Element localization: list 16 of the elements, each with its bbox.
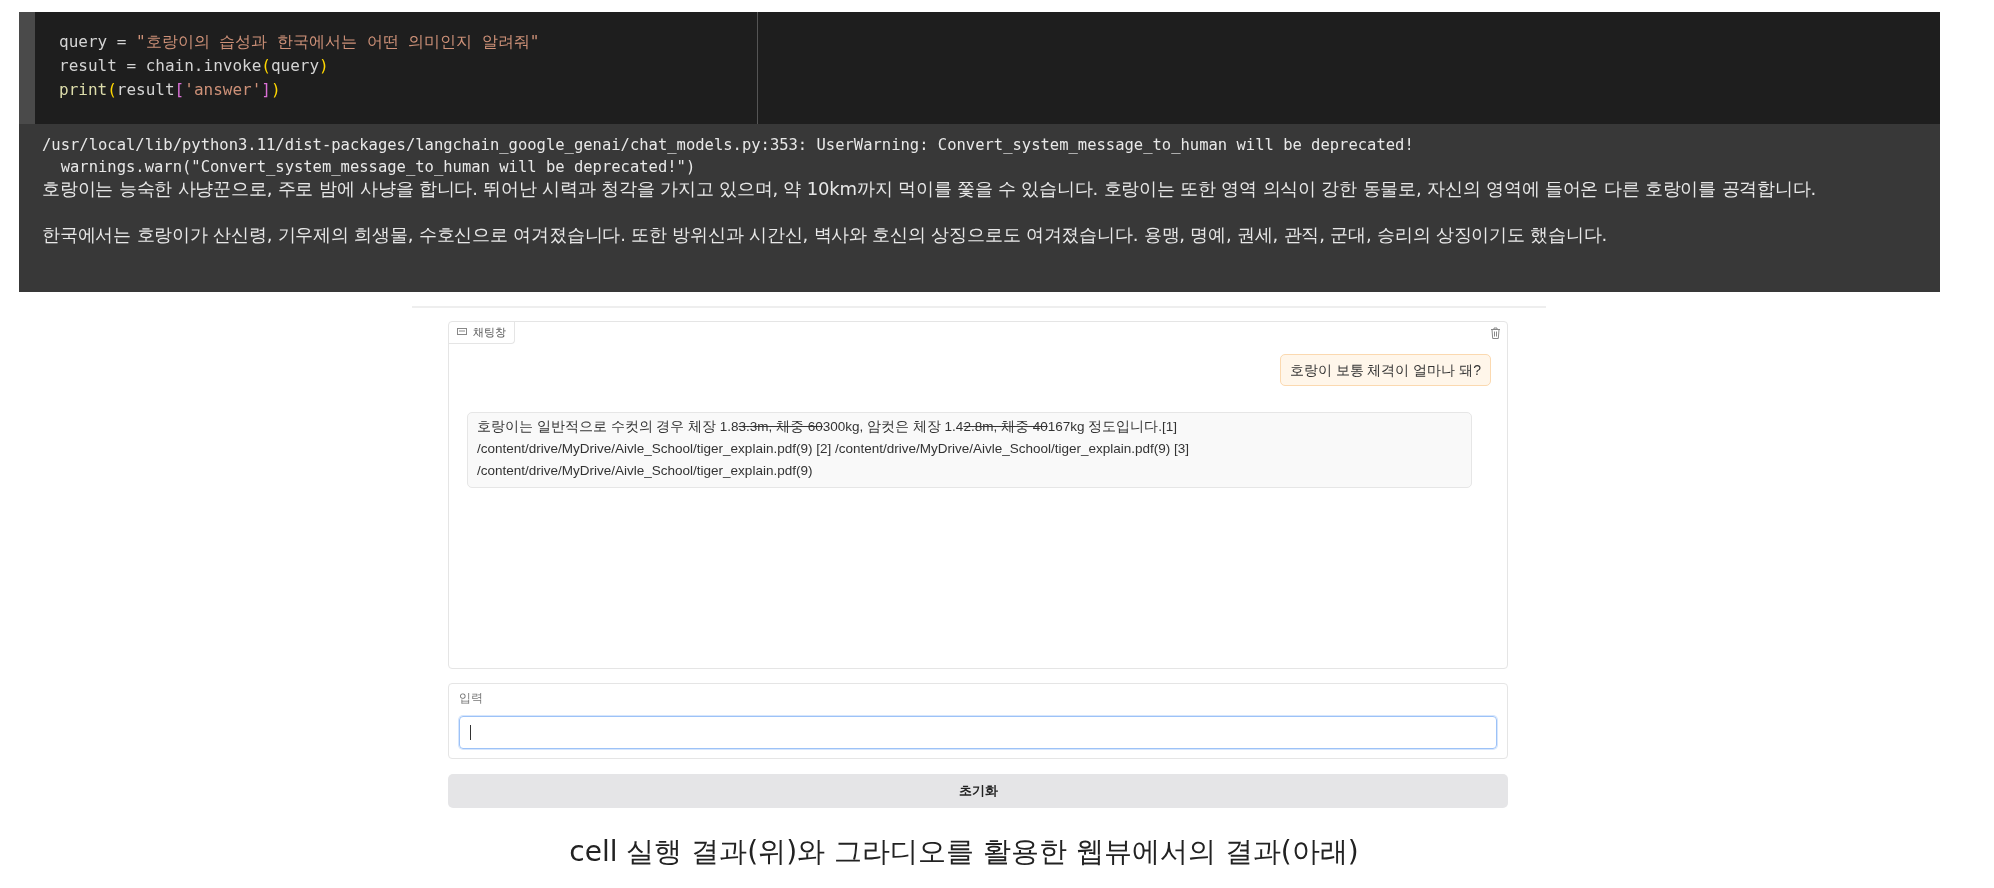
user-message: 호랑이 보통 체격이 얼마나 돼? xyxy=(1279,354,1491,386)
chat-icon xyxy=(457,328,467,337)
code-line: result = chain.invoke(query) xyxy=(59,55,329,77)
chatbot-label-text: 채팅창 xyxy=(473,325,506,340)
output-text: 한국에서는 호랑이가 산신령, 기우제의 희생물, 수호신으로 여겨졌습니다. 또한 방위신과 시간신, 벽사와 호신의 상징으로도 여겨졌습니다. 용맹, 명예, 권세, 관직, 군대, 승리의 상징이기도 했습니다. xyxy=(42,224,1608,246)
bot-message: 호랑이는 일반적으로 수컷의 경우 체장 1.83.3m, 체중 60300kg, 암컷은 체장 1.42.8m, 체중 40167kg 정도입니다.[1] /content/drive/MyDrive/Aivle_School/tiger_explain.pdf(9) [2] /content/drive/MyDrive/Aivle_School/tiger_explain.pdf(9) [3] /content/drive/MyDrive/Aivle_School/tiger_explain.pdf(9) xyxy=(467,412,1472,488)
input-label: 입력 xyxy=(459,690,483,707)
code-line: query = "호랑이의 습성과 한국에서는 어떤 의미인지 알려줘" xyxy=(59,31,540,53)
code-line: print(result['answer']) xyxy=(59,79,281,101)
clear-button[interactable]: 초기화 xyxy=(448,774,1508,808)
input-field[interactable] xyxy=(459,716,1497,749)
warning-text: /usr/local/lib/python3.11/dist-packages/langchain_google_genai/chat_models.py:353: UserWarning: Convert_system_message_to_human will be deprecated! xyxy=(42,135,1414,156)
caption: cell 실행 결과(위)와 그라디오를 활용한 웹뷰에서의 결과(아래) xyxy=(569,834,1359,870)
trash-icon[interactable] xyxy=(1490,327,1501,339)
warning-text: warnings.warn("Convert_system_message_to_human will be deprecated!") xyxy=(59,157,696,178)
output-text: 호랑이는 능숙한 사냥꾼으로, 주로 밤에 사냥을 합니다. 뛰어난 시력과 청각을 가지고 있으며, 약 10km까지 먹이를 쫓을 수 있습니다. 호랑이는 또한 영역 의식이 강한 동물로, 자신의 영역에 들어온 다른 호랑이를 공격합니다. xyxy=(42,178,1817,200)
